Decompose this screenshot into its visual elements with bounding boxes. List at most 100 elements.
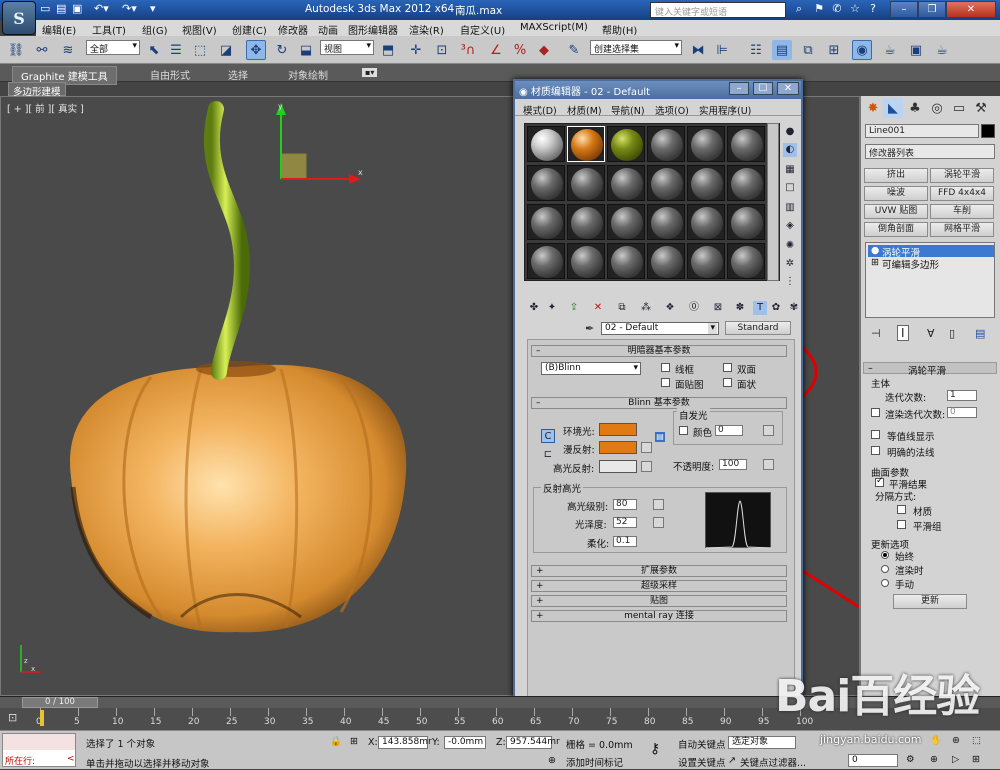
mw-minimize-button[interactable]: – <box>729 82 749 95</box>
app-logo[interactable]: S <box>2 1 36 35</box>
modify-tab-icon[interactable]: ◣ <box>883 98 903 118</box>
favorites-icon[interactable]: ☆ <box>848 2 862 16</box>
go-forward-sibling-icon[interactable]: ✿ <box>769 301 783 315</box>
self-illum-spinner[interactable]: 0 <box>715 425 743 436</box>
face-map-checkbox[interactable] <box>661 378 670 387</box>
keyboard-shortcut-icon[interactable]: ⊡ <box>432 40 452 60</box>
polygon-modeling-tab[interactable]: 多边形建模 <box>8 82 66 98</box>
zoom-region-icon[interactable]: ⬚ <box>972 735 981 746</box>
utilities-tab-icon[interactable]: ⚒ <box>971 98 991 118</box>
transform-gizmo[interactable]: x y <box>276 102 363 184</box>
key-tangent-icon[interactable]: ↗ <box>728 755 736 766</box>
select-by-material-icon[interactable]: ✲ <box>783 257 797 271</box>
spec-level-spinner[interactable]: 80 <box>613 499 637 510</box>
glossiness-map-button[interactable] <box>653 517 664 528</box>
eyedropper-icon[interactable]: ✒ <box>585 322 594 335</box>
orbit-icon[interactable]: ⊛ <box>952 735 960 746</box>
open-file-icon[interactable]: ▤ <box>56 2 66 15</box>
mw-menu-navigation[interactable]: 导航(N) <box>611 103 645 117</box>
when-rendering-radio[interactable] <box>881 565 889 573</box>
menu-animation[interactable]: 动画 <box>318 22 338 37</box>
go-to-parent-icon[interactable]: T <box>753 301 767 315</box>
time-config-icon[interactable]: ⚙ <box>906 754 915 765</box>
edit-named-selection-icon[interactable]: ✎ <box>564 40 584 60</box>
angle-snap-icon[interactable]: ∠ <box>486 40 506 60</box>
select-rotate-icon[interactable]: ↻ <box>272 40 292 60</box>
zoom-extents-icon[interactable]: ⊕ <box>930 754 938 765</box>
put-to-scene-icon[interactable]: ✦ <box>545 301 559 315</box>
current-frame-input[interactable]: 0 <box>848 754 898 767</box>
sample-slot[interactable] <box>567 243 605 279</box>
show-map-icon[interactable]: ⊠ <box>711 301 725 315</box>
shader-dropdown-icon[interactable]: ▾ <box>633 363 638 374</box>
time-slider-thumb[interactable]: 0 / 100 <box>22 697 98 708</box>
manually-radio[interactable] <box>881 579 889 587</box>
stack-item-editable-poly[interactable]: ⊞ 可编辑多边形 <box>868 257 994 271</box>
link-icon[interactable]: ⛓ <box>6 40 26 60</box>
material-id-icon[interactable]: ⓪ <box>687 301 701 315</box>
sample-slot[interactable] <box>567 165 605 201</box>
configure-sets-icon[interactable]: ▤ <box>975 327 985 340</box>
select-scale-icon[interactable]: ⬓ <box>296 40 316 60</box>
menu-modifiers[interactable]: 修改器 <box>278 22 308 37</box>
bevel-profile-button[interactable]: 倒角剖面 <box>864 222 928 237</box>
sample-slot[interactable] <box>607 204 645 240</box>
subscription-icon[interactable]: ⚑ <box>812 2 826 16</box>
communication-icon[interactable]: ✆ <box>830 2 844 16</box>
unlink-icon[interactable]: ⚯ <box>32 40 52 60</box>
display-tab-icon[interactable]: ▭ <box>949 98 969 118</box>
ffd-button[interactable]: FFD 4x4x4 <box>930 186 994 201</box>
menu-rendering[interactable]: 渲染(R) <box>409 22 444 37</box>
always-radio[interactable] <box>881 551 889 559</box>
select-by-name-icon[interactable]: ☰ <box>166 40 186 60</box>
field-of-view-icon[interactable]: ▷ <box>952 754 959 765</box>
sample-slot[interactable] <box>647 165 685 201</box>
mirror-icon[interactable]: ⧓ <box>688 40 708 60</box>
two-sided-checkbox[interactable] <box>723 363 732 372</box>
explicit-normals-checkbox[interactable] <box>871 446 880 455</box>
noise-button[interactable]: 噪波 <box>864 186 928 201</box>
create-tab-icon[interactable]: ✸ <box>863 98 883 118</box>
mw-menu-utilities[interactable]: 实用程序(U) <box>699 103 751 117</box>
selection-lock-icon[interactable]: 🔒 <box>330 736 342 747</box>
sample-slot[interactable] <box>727 204 765 240</box>
add-time-tag[interactable]: 添加时间标记 <box>566 755 623 769</box>
sample-slot[interactable] <box>567 204 605 240</box>
schematic-view-icon[interactable]: ⊞ <box>824 40 844 60</box>
rect-selection-icon[interactable]: ⬚ <box>190 40 210 60</box>
redo-icon[interactable]: ↷▾ <box>122 2 137 15</box>
menu-create[interactable]: 创建(C) <box>232 22 267 37</box>
menu-customize[interactable]: 自定义(U) <box>460 22 505 37</box>
stack-item-turbosmooth[interactable]: ● 涡轮平滑 <box>868 245 994 259</box>
maps-rollout[interactable]: + 贴图 <box>531 595 787 607</box>
sample-slot[interactable] <box>647 126 685 162</box>
select-manipulate-icon[interactable]: ✛ <box>406 40 426 60</box>
render-production-icon[interactable]: ☕ <box>932 40 952 60</box>
lock-diffuse-specular-icon[interactable]: ⊏ <box>541 448 555 462</box>
y-coordinate-input[interactable]: -0.0mm <box>444 736 486 749</box>
sample-slot[interactable] <box>527 243 565 279</box>
sample-type-icon[interactable]: ● <box>783 125 797 139</box>
selection-filter-select[interactable]: 全部 <box>86 40 140 55</box>
light-bulb-icon[interactable]: ● <box>871 245 879 256</box>
material-map-nav-icon[interactable]: ✾ <box>787 301 801 315</box>
backlight-icon[interactable]: ◐ <box>783 143 797 157</box>
get-material-icon[interactable]: ✤ <box>527 301 541 315</box>
smooth-result-checkbox[interactable] <box>875 476 884 487</box>
background-icon[interactable]: ▦ <box>783 163 797 177</box>
render-iters-spinner[interactable]: 0 <box>947 407 977 418</box>
motion-tab-icon[interactable]: ◎ <box>927 98 947 118</box>
wire-checkbox[interactable] <box>661 363 670 372</box>
self-illum-color-checkbox[interactable] <box>679 426 688 435</box>
menu-help[interactable]: 帮助(H) <box>602 22 637 37</box>
key-filters-button[interactable]: 关键点过滤器... <box>740 755 806 769</box>
reset-map-icon[interactable]: ✕ <box>591 301 605 315</box>
show-end-result-icon[interactable]: I <box>897 325 909 341</box>
sample-slot[interactable] <box>607 126 645 162</box>
sample-slot[interactable] <box>647 243 685 279</box>
supersampling-rollout[interactable]: + 超级采样 <box>531 580 787 592</box>
shader-select[interactable]: (B)Blinn ▾ <box>541 362 641 375</box>
show-end-result-mat-icon[interactable]: ✽ <box>733 301 747 315</box>
render-setup-icon[interactable]: ☕ <box>880 40 900 60</box>
iterations-spinner[interactable]: 1 <box>947 390 977 401</box>
